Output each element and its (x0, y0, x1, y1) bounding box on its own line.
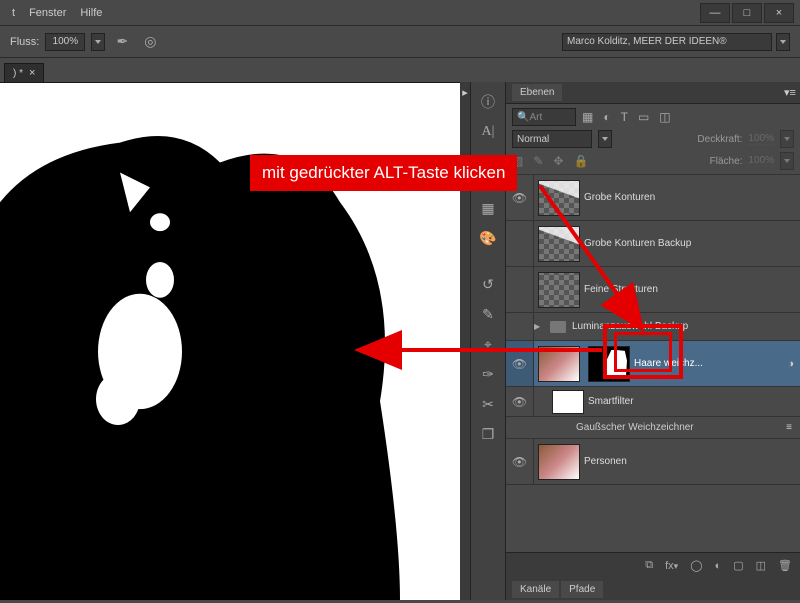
layer-row[interactable]: Feine Strukturen (506, 267, 800, 313)
workspace-dropdown[interactable] (776, 33, 790, 51)
smartfilter-label[interactable]: Smartfilter (588, 396, 800, 407)
tab-layers[interactable]: Ebenen (512, 84, 562, 101)
layer-name[interactable]: Grobe Konturen (584, 192, 800, 203)
workspace-selector[interactable]: Marco Kolditz, MEER DER IDEEN® (562, 33, 772, 51)
fill-value[interactable]: 100% (748, 155, 774, 167)
visibility-toggle[interactable] (506, 313, 534, 340)
blend-mode-select[interactable]: Normal (512, 130, 592, 148)
layer-thumbnail[interactable] (538, 180, 580, 216)
lock-pixel-icon[interactable]: ✎ (533, 154, 543, 168)
eyedropper-icon[interactable]: ✑ (474, 360, 502, 388)
window-controls: — □ × (698, 3, 794, 23)
visibility-toggle[interactable] (506, 267, 534, 312)
layer-name[interactable]: Grobe Konturen Backup (584, 238, 800, 249)
bottom-panel-tabs: Kanäle Pfade (506, 578, 800, 600)
visibility-toggle[interactable]: 👁 (506, 387, 534, 416)
character-icon[interactable]: A| (474, 118, 502, 146)
tab-channels[interactable]: Kanäle (512, 581, 559, 598)
fx-icon[interactable]: fx▾ (665, 560, 678, 572)
flow-label: Fluss: (10, 36, 39, 48)
minimize-button[interactable]: — (700, 3, 730, 23)
folder-icon (550, 321, 566, 333)
tab-paths[interactable]: Pfade (561, 581, 603, 598)
chevron-right-icon[interactable]: ▶ (534, 322, 544, 331)
layer-name[interactable]: Personen (584, 456, 800, 467)
lock-all-icon[interactable]: 🔒 (573, 154, 588, 168)
filter-adjust-icon[interactable]: ◐ (603, 110, 610, 124)
maximize-button[interactable]: □ (732, 3, 762, 23)
annotation-callout: mit gedrückter ALT-Taste klicken (250, 155, 517, 191)
layer-row[interactable]: 👁 Grobe Konturen (506, 175, 800, 221)
collapse-icon[interactable]: ▸ (460, 82, 470, 102)
main-menu: t Fenster Hilfe (6, 7, 102, 19)
filter-name[interactable]: Gaußscher Weichzeichner (576, 422, 694, 433)
color-icon[interactable]: 🎨 (474, 224, 502, 252)
blend-dropdown[interactable] (598, 130, 612, 148)
layer-thumbnail[interactable] (538, 272, 580, 308)
link-icon[interactable]: ⧉ (645, 559, 653, 572)
new-layer-icon[interactable]: ◫ (756, 559, 766, 572)
filter-type-icon[interactable]: T (621, 110, 628, 124)
lock-pos-icon[interactable]: ✥ (553, 154, 563, 168)
visibility-toggle[interactable] (506, 221, 534, 266)
filter-mask-thumbnail[interactable] (552, 390, 584, 414)
history-icon[interactable]: ↺ (474, 270, 502, 298)
smart-badge-icon: ◑ (781, 358, 800, 370)
adjustment-icon[interactable]: ◐ (715, 560, 722, 572)
filter-smart-icon[interactable]: ◫ (659, 110, 670, 124)
clone-icon[interactable]: ⌖ (474, 330, 502, 358)
layer-row[interactable]: Grobe Konturen Backup (506, 221, 800, 267)
layer-thumbnail[interactable] (538, 226, 580, 262)
trash-icon[interactable]: 🗑 (778, 559, 792, 572)
opacity-label: Deckkraft: (697, 134, 742, 145)
group-icon[interactable]: ▢ (733, 559, 743, 572)
filter-settings-icon[interactable]: ≡ (786, 422, 800, 433)
document-tab[interactable]: ) * × (4, 63, 44, 82)
fill-label: Fläche: (710, 156, 743, 167)
menu-item[interactable]: Fenster (29, 7, 66, 19)
close-button[interactable]: × (764, 3, 794, 23)
flow-dropdown[interactable] (91, 33, 105, 51)
layer-footer: ⧉ fx▾ ◯ ◐ ▢ ◫ 🗑 (506, 552, 800, 578)
layer-thumbnail[interactable] (538, 346, 580, 382)
flow-input[interactable] (45, 33, 85, 51)
visibility-toggle[interactable]: 👁 (506, 341, 534, 386)
pressure-icon[interactable]: ◎ (139, 31, 161, 53)
layer-row[interactable]: 👁 Personen (506, 439, 800, 485)
opacity-value[interactable]: 100% (748, 133, 774, 145)
layer-filter-select[interactable]: 🔍 Art (512, 108, 576, 126)
annotation-highlight-inner (614, 332, 672, 372)
titlebar: t Fenster Hilfe — □ × (0, 0, 800, 26)
layer-thumbnail[interactable] (538, 444, 580, 480)
menu-item[interactable]: t (12, 7, 15, 19)
filter-row[interactable]: Gaußscher Weichzeichner ≡ (506, 417, 800, 439)
filter-shape-icon[interactable]: ▭ (638, 110, 649, 124)
layers-icon[interactable]: ❐ (474, 420, 502, 448)
visibility-toggle[interactable]: 👁 (506, 439, 534, 484)
airbrush-icon[interactable]: ✒ (111, 31, 133, 53)
layer-name[interactable]: Feine Strukturen (584, 284, 800, 295)
brush-icon[interactable]: ✎ (474, 300, 502, 328)
document-tabbar: ) * × (0, 58, 800, 82)
fill-dropdown[interactable] (780, 152, 794, 170)
options-bar: Fluss: ✒ ◎ Marco Kolditz, MEER DER IDEEN… (0, 26, 800, 58)
menu-item[interactable]: Hilfe (80, 7, 102, 19)
mask-icon[interactable]: ◯ (690, 559, 702, 572)
close-icon[interactable]: × (29, 67, 35, 79)
ruler-icon[interactable]: ✂ (474, 390, 502, 418)
panel-menu-icon[interactable]: ▾≡ (780, 86, 800, 99)
info-icon[interactable]: ⓘ (474, 88, 502, 116)
opacity-dropdown[interactable] (780, 130, 794, 148)
filter-pixel-icon[interactable]: ▦ (582, 110, 593, 124)
document-tab-label: ) * (13, 68, 23, 79)
smartfilter-row[interactable]: 👁 Smartfilter (506, 387, 800, 417)
swatches-icon[interactable]: ▦ (474, 194, 502, 222)
